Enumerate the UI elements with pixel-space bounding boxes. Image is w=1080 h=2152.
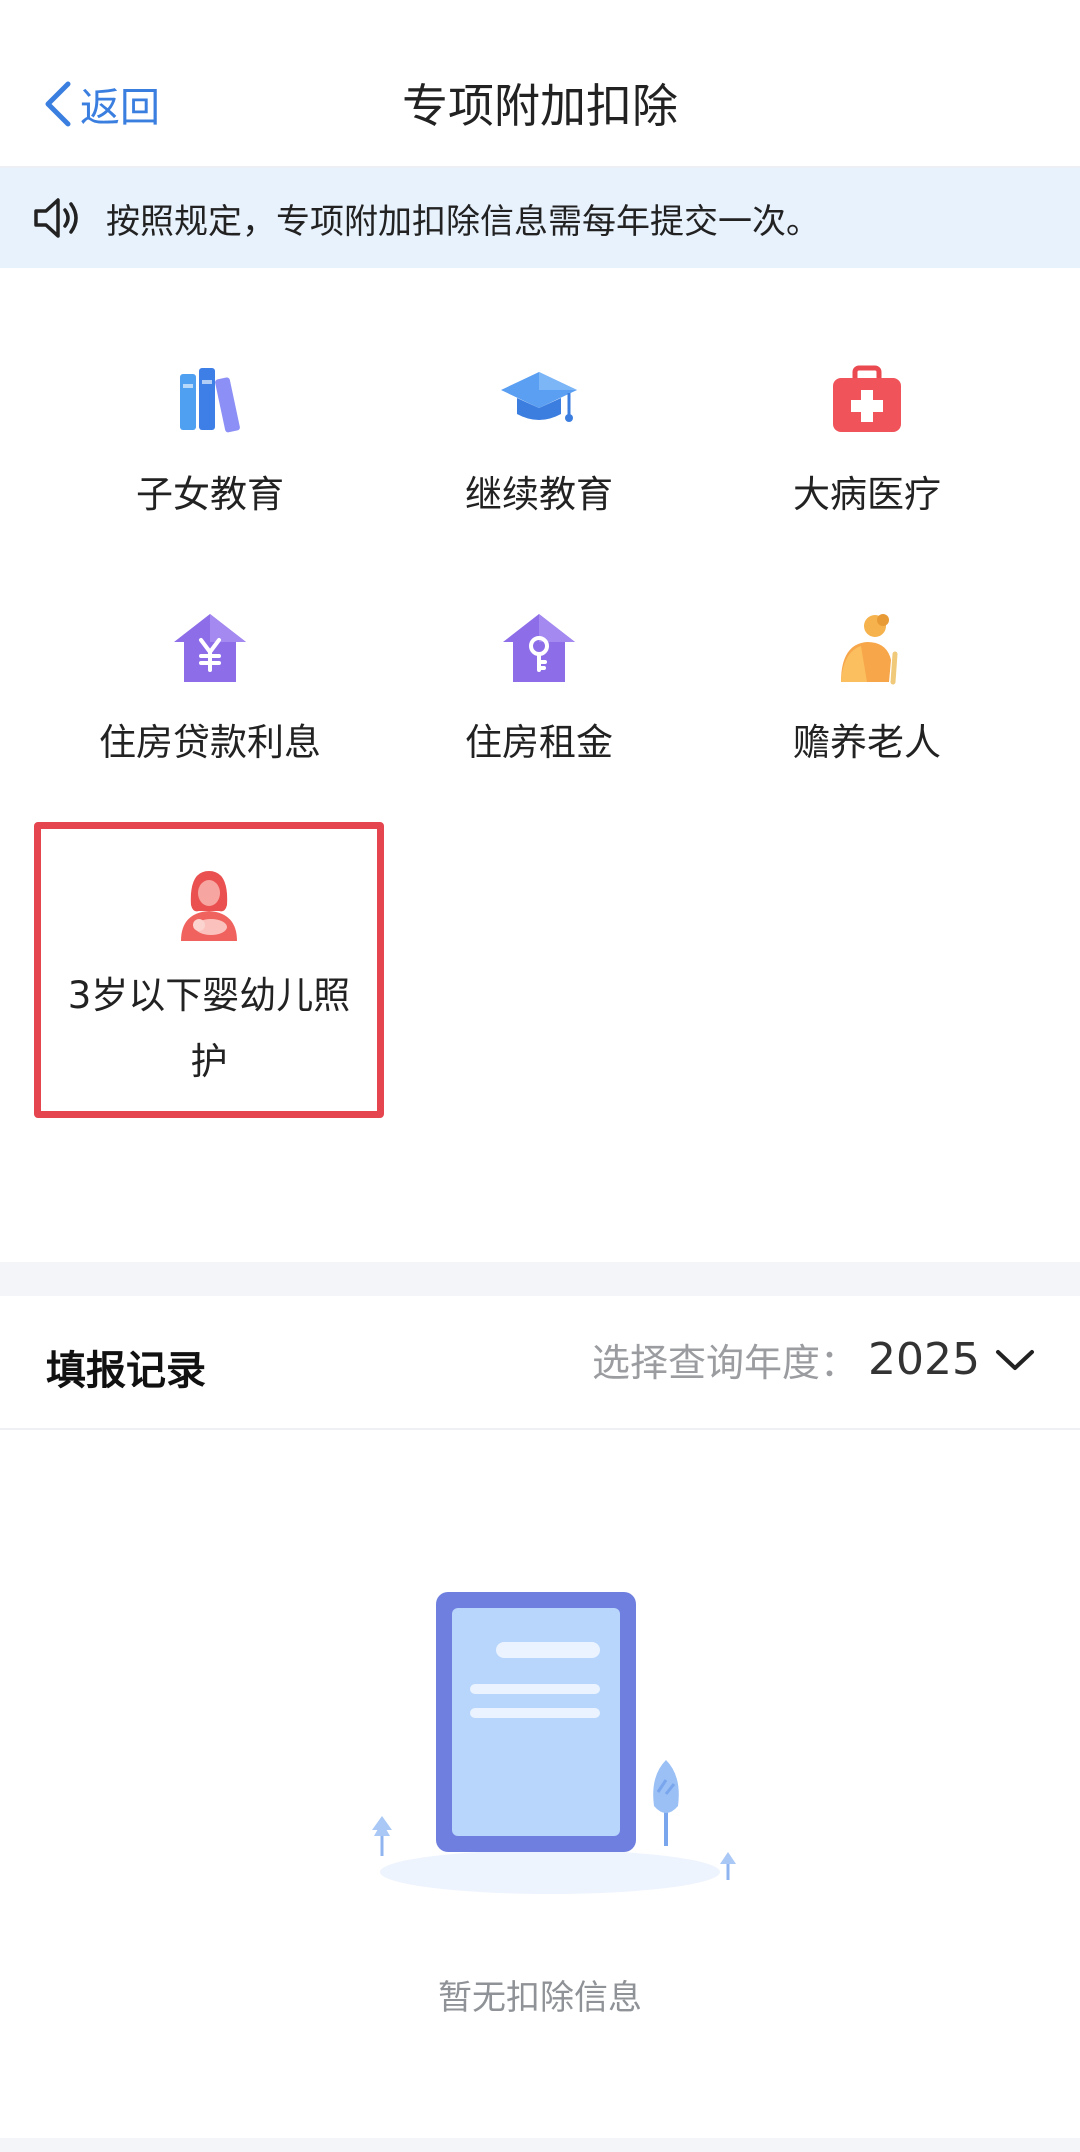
records-title: 填报记录 xyxy=(46,1348,206,1394)
year-selector-label: 选择查询年度： xyxy=(592,1341,859,1385)
item-housing-rent[interactable]: 住房租金 xyxy=(374,608,704,828)
item-label: 3岁以下婴幼儿照护 xyxy=(67,974,351,1083)
notice-banner: 按照规定，专项附加扣除信息需每年提交一次。 xyxy=(0,168,1080,268)
year-selector-value: 2025 xyxy=(868,1334,980,1385)
empty-document-illustration xyxy=(372,1592,736,1894)
item-child-education[interactable]: 子女教育 xyxy=(45,360,375,580)
page-title: 专项附加扣除 xyxy=(402,79,678,133)
item-elderly-support[interactable]: 赡养老人 xyxy=(702,608,1032,828)
item-continuing-education[interactable]: 继续教育 xyxy=(374,360,704,580)
house-key-icon xyxy=(503,614,575,682)
item-label: 子女教育 xyxy=(136,473,284,516)
item-label: 继续教育 xyxy=(465,473,613,516)
mother-baby-icon xyxy=(181,871,237,941)
house-yuan-icon xyxy=(174,614,246,682)
elderly-person-icon xyxy=(841,614,898,685)
nav-bar: 返回 专项附加扣除 xyxy=(0,0,1080,168)
item-label: 大病医疗 xyxy=(793,473,941,516)
chevron-down-icon xyxy=(996,1349,1034,1370)
item-label: 赡养老人 xyxy=(793,721,941,764)
item-label: 住房租金 xyxy=(465,721,613,764)
medical-kit-icon xyxy=(833,365,901,432)
speaker-icon xyxy=(34,198,78,238)
item-housing-loan-interest[interactable]: 住房贷款利息 xyxy=(45,608,375,828)
empty-state-text: 暂无扣除信息 xyxy=(438,1978,642,2018)
section-divider xyxy=(0,1262,1080,1296)
item-label: 住房贷款利息 xyxy=(99,721,321,764)
bottom-divider xyxy=(0,2138,1080,2152)
item-serious-illness[interactable]: 大病医疗 xyxy=(702,360,1032,580)
books-icon xyxy=(180,368,240,433)
year-selector[interactable]: 选择查询年度： 2025 xyxy=(592,1332,1036,1387)
notice-text: 按照规定，专项附加扣除信息需每年提交一次。 xyxy=(106,201,820,242)
records-header: 填报记录 选择查询年度： 2025 xyxy=(0,1296,1080,1430)
graduation-cap-icon xyxy=(501,372,577,422)
item-infant-care[interactable]: 3岁以下婴幼儿照护 xyxy=(34,822,384,1118)
